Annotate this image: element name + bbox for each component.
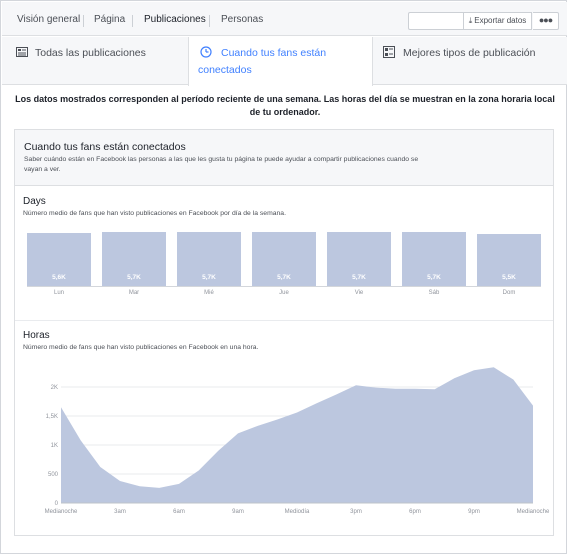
download-icon: ⤓	[468, 16, 473, 25]
y-tick-label: 0	[55, 501, 59, 507]
panel-title: Cuando tus fans están conectados	[24, 141, 186, 153]
x-tick-label: Mediodía	[285, 509, 310, 515]
day-bar-value: 5,7K	[127, 274, 141, 281]
top-tab-bar: Visión general Página Publicaciones Pers…	[2, 2, 567, 36]
post-types-icon	[383, 46, 395, 58]
x-tick-label: 9am	[232, 509, 244, 515]
y-tick-label: 1K	[51, 443, 58, 449]
panel-description: Saber cuándo están en Facebook las perso…	[24, 156, 419, 173]
export-data-button[interactable]: ⤓ Exportar datos	[463, 12, 532, 30]
subtab-when-fans-online-label: Cuando tus fans están conectados	[198, 47, 327, 76]
day-label: Jue	[279, 290, 289, 296]
y-tick-label: 1,5K	[46, 414, 58, 420]
day-label: Mar	[128, 290, 140, 296]
x-tick-label: 9pm	[468, 509, 480, 515]
section-divider	[15, 320, 553, 321]
x-tick-label: 3pm	[350, 509, 362, 515]
hours-area-series[interactable]	[61, 367, 533, 503]
tab-overview[interactable]: Visión general	[17, 2, 80, 36]
hours-description: Número medio de fans que han visto publi…	[23, 344, 259, 351]
subtab-all-posts[interactable]: Todas las publicaciones	[2, 37, 188, 85]
x-tick-label: Medianoche	[517, 509, 550, 515]
day-label: Vie	[354, 290, 364, 296]
tab-page[interactable]: Página	[94, 2, 125, 36]
day-bar-value: 5,6K	[52, 274, 66, 281]
panel-header: Cuando tus fans están conectados Saber c…	[15, 130, 553, 186]
more-options-button[interactable]: ●●●	[533, 12, 559, 30]
tab-posts[interactable]: Publicaciones	[144, 2, 206, 36]
x-tick-label: 6pm	[409, 509, 421, 515]
list-icon	[16, 47, 28, 57]
days-description: Número medio de fans que han visto publi…	[23, 210, 286, 217]
tab-people[interactable]: Personas	[221, 2, 263, 36]
x-tick-label: 6am	[173, 509, 185, 515]
sub-tab-bar: Todas las publicaciones Cuando tus fans …	[2, 37, 567, 86]
day-bar-value: 5,5K	[502, 274, 516, 281]
x-tick-label: 3am	[114, 509, 126, 515]
subtab-best-post-types[interactable]: Mejores tipos de publicación	[373, 37, 567, 85]
y-tick-label: 2K	[51, 385, 58, 391]
subtab-when-fans-online[interactable]: Cuando tus fans están conectados	[188, 37, 373, 86]
day-bar-value: 5,7K	[202, 274, 216, 281]
date-range-input[interactable]	[408, 12, 464, 30]
day-label: Lun	[53, 290, 64, 296]
subtab-all-posts-label: Todas las publicaciones	[35, 47, 146, 59]
day-label: Sáb	[428, 290, 440, 296]
tab-separator	[209, 15, 210, 27]
x-tick-label: Medianoche	[45, 509, 78, 515]
day-label: Mié	[204, 290, 214, 296]
fans-online-panel: Cuando tus fans están conectados Saber c…	[14, 129, 554, 536]
day-bar-value: 5,7K	[427, 274, 441, 281]
day-bar-value: 5,7K	[352, 274, 366, 281]
tab-separator	[132, 15, 133, 27]
days-title: Days	[23, 196, 46, 207]
tab-separator	[83, 15, 84, 27]
insights-frame: Visión general Página Publicaciones Pers…	[0, 0, 567, 554]
subtab-best-post-types-label: Mejores tipos de publicación	[403, 47, 536, 59]
hours-area-chart: 0 500 1K 1,5K 2K Medianoche 3am 6am 9am Mediodía 3…	[45, 367, 550, 515]
export-data-label: Exportar datos	[474, 16, 527, 25]
y-tick-label: 500	[48, 472, 59, 478]
timezone-notice: Los datos mostrados corresponden al perí…	[15, 94, 555, 117]
hours-title: Horas	[23, 330, 50, 341]
days-baseline	[27, 286, 541, 287]
day-label: Dom	[502, 290, 516, 296]
day-bar-value: 5,7K	[277, 274, 291, 281]
